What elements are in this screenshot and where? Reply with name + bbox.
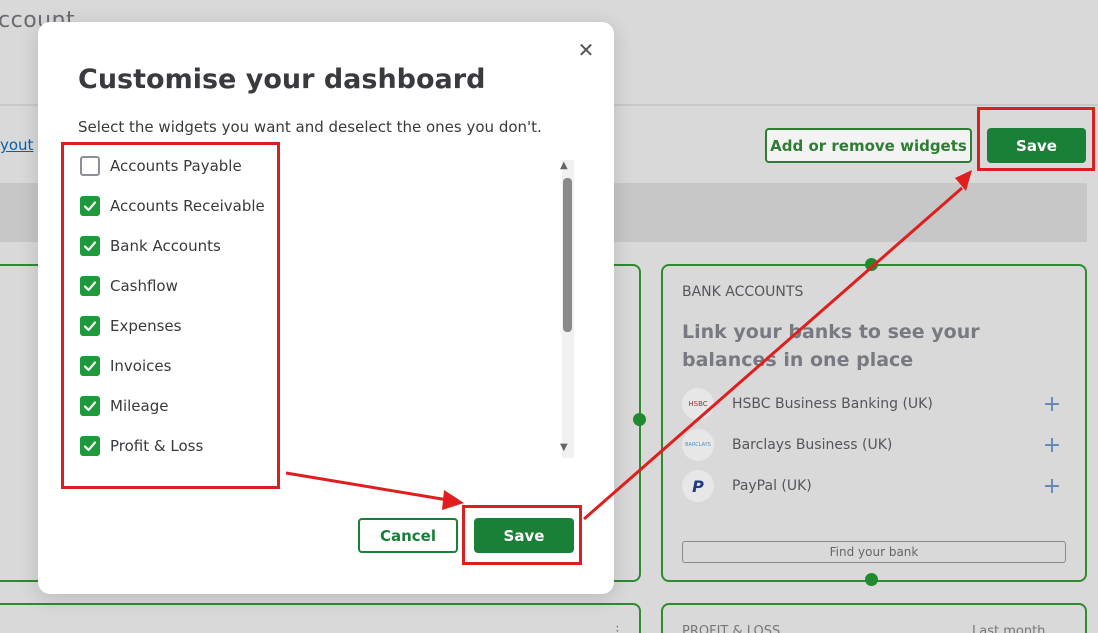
bank-row-hsbc[interactable]: HSBC HSBC Business Banking (UK) + bbox=[682, 388, 1062, 420]
close-icon[interactable]: ✕ bbox=[576, 38, 596, 62]
add-remove-widgets-button[interactable]: Add or remove widgets bbox=[765, 128, 972, 163]
bank-name: Barclays Business (UK) bbox=[732, 437, 893, 453]
modal-subtitle: Select the widgets you want and deselect… bbox=[78, 118, 542, 136]
modal-title: Customise your dashboard bbox=[78, 64, 486, 95]
bank-accounts-card bbox=[661, 264, 1087, 582]
annotation-box-modal-save bbox=[462, 505, 582, 565]
find-your-bank-button[interactable]: Find your bank bbox=[682, 541, 1066, 563]
profit-loss-period[interactable]: Last month bbox=[972, 624, 1045, 633]
annotation-box-page-save bbox=[977, 107, 1095, 171]
profit-loss-heading: PROFIT & LOSS bbox=[682, 624, 781, 633]
bank-row-barclays[interactable]: BARCLAYS Barclays Business (UK) + bbox=[682, 429, 1062, 461]
scroll-down-arrow-icon[interactable]: ▼ bbox=[560, 442, 568, 453]
scroll-up-arrow-icon[interactable]: ▲ bbox=[560, 160, 568, 171]
card-resize-handle[interactable] bbox=[633, 413, 646, 426]
card-resize-handle[interactable] bbox=[865, 573, 878, 586]
hsbc-logo-icon: HSBC bbox=[682, 388, 714, 420]
bank-row-paypal[interactable]: P PayPal (UK) + bbox=[682, 470, 1062, 502]
plus-icon[interactable]: + bbox=[1042, 392, 1062, 417]
bank-promo-text: Link your banks to see your balances in … bbox=[682, 321, 980, 371]
plus-icon[interactable]: + bbox=[1042, 474, 1062, 499]
widget-card-left-lower bbox=[0, 603, 641, 633]
annotation-box-checklist bbox=[61, 142, 280, 489]
card-resize-handle[interactable] bbox=[865, 258, 878, 271]
bank-name: PayPal (UK) bbox=[732, 478, 812, 494]
plus-icon[interactable]: + bbox=[1042, 433, 1062, 458]
cancel-button[interactable]: Cancel bbox=[358, 518, 458, 553]
barclays-logo-icon: BARCLAYS bbox=[682, 429, 714, 461]
more-options-icon[interactable]: ⋮ bbox=[611, 624, 624, 633]
paypal-logo-icon: P bbox=[682, 470, 714, 502]
bank-name: HSBC Business Banking (UK) bbox=[732, 396, 933, 412]
layout-link[interactable]: yout bbox=[0, 136, 33, 154]
scrollbar-thumb[interactable] bbox=[563, 178, 572, 332]
bank-accounts-heading: BANK ACCOUNTS bbox=[682, 284, 804, 300]
